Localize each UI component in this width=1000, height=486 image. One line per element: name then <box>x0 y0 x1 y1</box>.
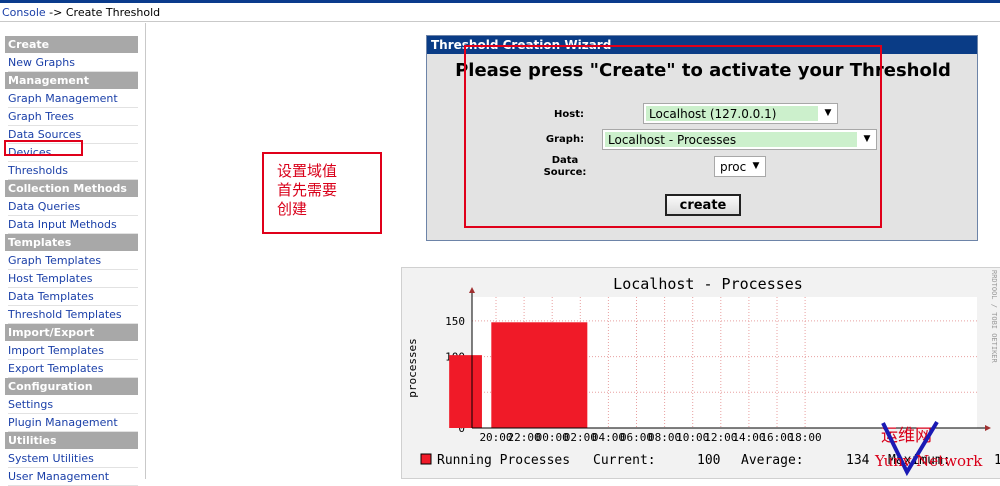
series-area-segment <box>491 322 588 428</box>
annotation-text: 设置域值 首先需要 创建 <box>277 162 337 219</box>
breadcrumb: Console -> Create Threshold <box>2 6 160 19</box>
sidebar-item-user-management[interactable]: User Management <box>8 468 138 486</box>
sidebar-item-data-templates[interactable]: Data Templates <box>8 288 138 306</box>
legend-average-value: 134 <box>846 453 870 468</box>
sidebar-item-graph-management[interactable]: Graph Management <box>8 90 138 108</box>
sidebar-section-header: Utilities <box>5 432 138 449</box>
breadcrumb-separator: -> <box>45 6 66 19</box>
annotation-line: 创建 <box>277 200 308 218</box>
wizard-highlight-box <box>464 45 882 228</box>
watermark-logo: 运维网 Yunv Network <box>873 420 1000 479</box>
sidebar-item-threshold-templates[interactable]: Threshold Templates <box>8 306 138 324</box>
sidebar-section-header: Collection Methods <box>5 180 138 197</box>
sidebar-item-export-templates[interactable]: Export Templates <box>8 360 138 378</box>
graph-title: Localhost - Processes <box>613 275 803 293</box>
annotation-line: 设置域值 <box>277 162 338 180</box>
legend-current-label: Current: <box>593 453 656 468</box>
sidebar-item-new-graphs[interactable]: New Graphs <box>8 54 138 72</box>
sidebar-item-graph-trees[interactable]: Graph Trees <box>8 108 138 126</box>
top-accent-bar <box>0 0 1000 3</box>
sidebar-item-data-queries[interactable]: Data Queries <box>8 198 138 216</box>
sidebar: Create New Graphs Management Graph Manageme… <box>0 23 146 486</box>
sidebar-item-plugin-management[interactable]: Plugin Management <box>8 414 138 432</box>
sidebar-item-data-input-methods[interactable]: Data Input Methods <box>8 216 138 234</box>
legend-current-value: 100 <box>697 453 720 468</box>
breadcrumb-console-link[interactable]: Console <box>2 6 46 19</box>
annotation-line: 首先需要 <box>277 181 338 199</box>
legend-swatch <box>420 453 432 465</box>
rrdtool-credit: RRDTOOL / TOBI OETIKER <box>990 270 998 364</box>
sidebar-item-settings[interactable]: Settings <box>8 396 138 414</box>
graph-ylabel: processes <box>406 338 419 398</box>
thresholds-highlight-box <box>4 140 83 156</box>
top-bar: Console -> Create Threshold <box>0 0 1000 22</box>
y-tick-label: 150 <box>445 315 465 328</box>
annotation-box: 设置域值 首先需要 创建 <box>262 152 382 234</box>
sidebar-item-graph-templates[interactable]: Graph Templates <box>8 252 138 270</box>
sidebar-section-header: Configuration <box>5 378 138 395</box>
legend-average-label: Average: <box>741 453 804 468</box>
sidebar-section-header: Create <box>5 36 138 53</box>
series-area-segment <box>449 355 482 428</box>
sidebar-item-system-utilities[interactable]: System Utilities <box>8 450 138 468</box>
sidebar-item-thresholds[interactable]: Thresholds <box>8 162 138 180</box>
x-tick-label: 18:00 <box>789 431 822 444</box>
sidebar-item-import-templates[interactable]: Import Templates <box>8 342 138 360</box>
legend-series-name: Running Processes <box>437 453 570 468</box>
y-axis-arrow-icon <box>469 287 475 293</box>
watermark-bottom: Yunv Network <box>874 452 983 470</box>
sidebar-section-header: Templates <box>5 234 138 251</box>
sidebar-section-header: Management <box>5 72 138 89</box>
sidebar-section-header: Import/Export <box>5 324 138 341</box>
sidebar-item-host-templates[interactable]: Host Templates <box>8 270 138 288</box>
breadcrumb-current: Create Threshold <box>65 6 161 19</box>
